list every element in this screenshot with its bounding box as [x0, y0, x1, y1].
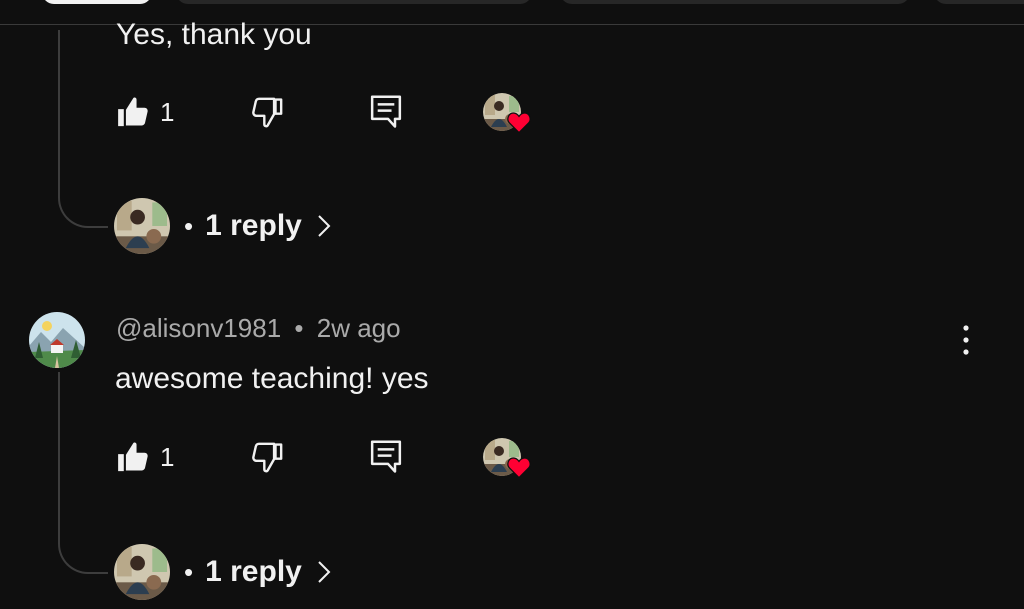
thumb-up-icon — [118, 442, 148, 472]
comment-text: awesome teaching! yes — [115, 362, 429, 395]
reply-avatar — [114, 544, 170, 600]
more-vertical-icon[interactable] — [956, 322, 976, 358]
like-button[interactable]: 1 — [116, 440, 174, 474]
filter-chip[interactable] — [934, 0, 1024, 4]
meta-separator: • — [294, 313, 304, 343]
filter-chip[interactable] — [176, 0, 532, 4]
filter-chip[interactable] — [560, 0, 910, 4]
creator-heart-badge — [483, 438, 533, 484]
like-button[interactable]: 1 — [116, 95, 174, 129]
comment-age: 2w ago — [316, 313, 401, 343]
creator-heart-badge — [483, 93, 533, 139]
view-replies-button[interactable]: • 1 reply — [114, 198, 332, 254]
filter-chip[interactable] — [42, 0, 152, 4]
comment-reply-icon[interactable] — [369, 439, 403, 475]
creator-heart-icon — [507, 112, 531, 133]
thumb-down-icon[interactable] — [250, 96, 284, 130]
author-handle[interactable]: @alisonv1981 — [116, 313, 281, 343]
reply-separator: • — [184, 556, 194, 587]
view-replies-button[interactable]: • 1 reply — [114, 544, 332, 600]
like-count: 1 — [160, 96, 175, 127]
author-avatar[interactable] — [29, 312, 85, 368]
reply-count-label: 1 reply — [205, 209, 302, 242]
chevron-right-icon — [318, 215, 331, 237]
comment-reply-icon[interactable] — [369, 94, 403, 130]
chevron-right-icon — [318, 561, 331, 583]
thumb-up-icon — [118, 97, 148, 127]
thread-connector — [58, 30, 108, 228]
comment-text: Yes, thank you — [116, 18, 312, 51]
like-count: 1 — [160, 441, 175, 472]
reply-count-label: 1 reply — [205, 555, 302, 588]
reply-separator: • — [184, 210, 194, 241]
thumb-down-icon[interactable] — [250, 441, 284, 475]
comment-meta: @alisonv1981 • 2w ago — [116, 313, 401, 344]
reply-avatar — [114, 198, 170, 254]
thread-connector — [58, 372, 108, 574]
creator-heart-icon — [507, 457, 531, 478]
